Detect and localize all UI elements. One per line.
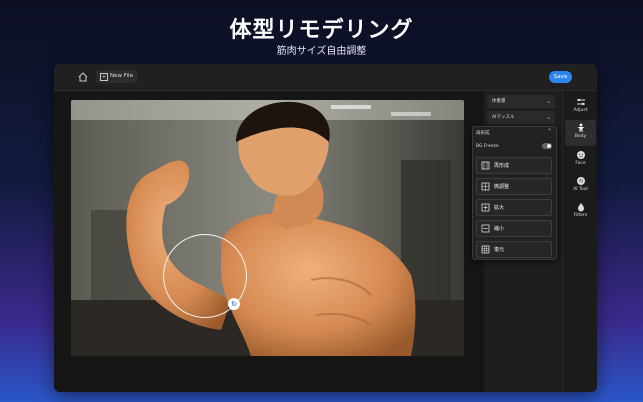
popup-header: 再形成 (476, 131, 490, 136)
photo-canvas[interactable]: ↻ (71, 100, 464, 356)
photo-image (71, 100, 464, 356)
ai-tool-icon: AI (576, 177, 585, 185)
option-fine-tune[interactable]: 微調整 (476, 178, 552, 195)
reshape-popup: 再形成 ⌃ BG Freeze 再形成 微調整 拡大 縮小 復元 (472, 126, 557, 260)
dropdown-weight[interactable]: 体重量 ⌄ (487, 95, 555, 108)
top-bar: + New File Save (54, 64, 597, 91)
freeze-label: BG Freeze (476, 144, 499, 149)
dropdown-weight-label: 体重量 (492, 99, 506, 104)
refresh-icon[interactable]: ↻ (228, 298, 240, 310)
sidebar-item-filters[interactable]: Filters (565, 199, 596, 225)
sidebar-item-label: Adjust (573, 108, 588, 113)
canvas-area: ↻ (54, 91, 484, 392)
option-label: 微調整 (494, 184, 510, 190)
fine-tune-icon (481, 182, 490, 191)
chevron-down-icon: ⌄ (545, 114, 551, 121)
sidebar-item-label: Face (575, 161, 586, 166)
option-label: 再形成 (494, 163, 510, 169)
option-label: 復元 (494, 247, 505, 253)
sidebar-item-face[interactable]: Face (565, 147, 596, 173)
promo-subheadline: 筋肉サイズ自由調整 (276, 46, 367, 57)
sidebar-item-label: Filters (573, 213, 588, 218)
restore-icon (481, 245, 490, 254)
sidebar-item-label: AI Tool (573, 187, 588, 192)
chevron-down-icon: ⌄ (545, 98, 551, 105)
dropdown-ai-muscle[interactable]: AIマッスル ⌄ (487, 111, 555, 124)
sliders-icon (576, 98, 585, 106)
save-button[interactable]: Save (549, 71, 572, 83)
option-restore[interactable]: 復元 (476, 241, 552, 258)
sidebar-item-adjust[interactable]: Adjust (565, 94, 596, 120)
svg-text:AI: AI (579, 179, 583, 184)
face-icon (576, 151, 585, 159)
body-icon (576, 123, 585, 132)
new-file-button[interactable]: + New File (96, 70, 137, 83)
freeze-toggle[interactable] (542, 143, 552, 149)
home-icon[interactable] (77, 71, 89, 83)
sidebar-item-ai-tool[interactable]: AI AI Tool (565, 173, 596, 199)
sidebar-item-label: Body (574, 134, 587, 139)
option-shrink[interactable]: 縮小 (476, 220, 552, 237)
filters-icon (577, 203, 584, 212)
new-file-label: New File (110, 73, 133, 79)
sidebar-item-body[interactable]: Body (565, 120, 596, 146)
option-label: 拡大 (494, 205, 505, 211)
option-reshape[interactable]: 再形成 (476, 157, 552, 174)
option-label: 縮小 (494, 226, 505, 232)
promo-headline: 体型リモデリング (229, 18, 414, 43)
reshape-icon (481, 161, 490, 170)
shrink-icon (481, 224, 490, 233)
dropdown-ai-muscle-label: AIマッスル (492, 115, 515, 120)
chevron-up-icon[interactable]: ⌃ (547, 128, 552, 135)
enlarge-icon (481, 203, 490, 212)
plus-icon: + (100, 72, 108, 81)
right-sidebar: Adjust Body Face AI AI Tool Filters (562, 91, 597, 392)
option-enlarge[interactable]: 拡大 (476, 199, 552, 216)
